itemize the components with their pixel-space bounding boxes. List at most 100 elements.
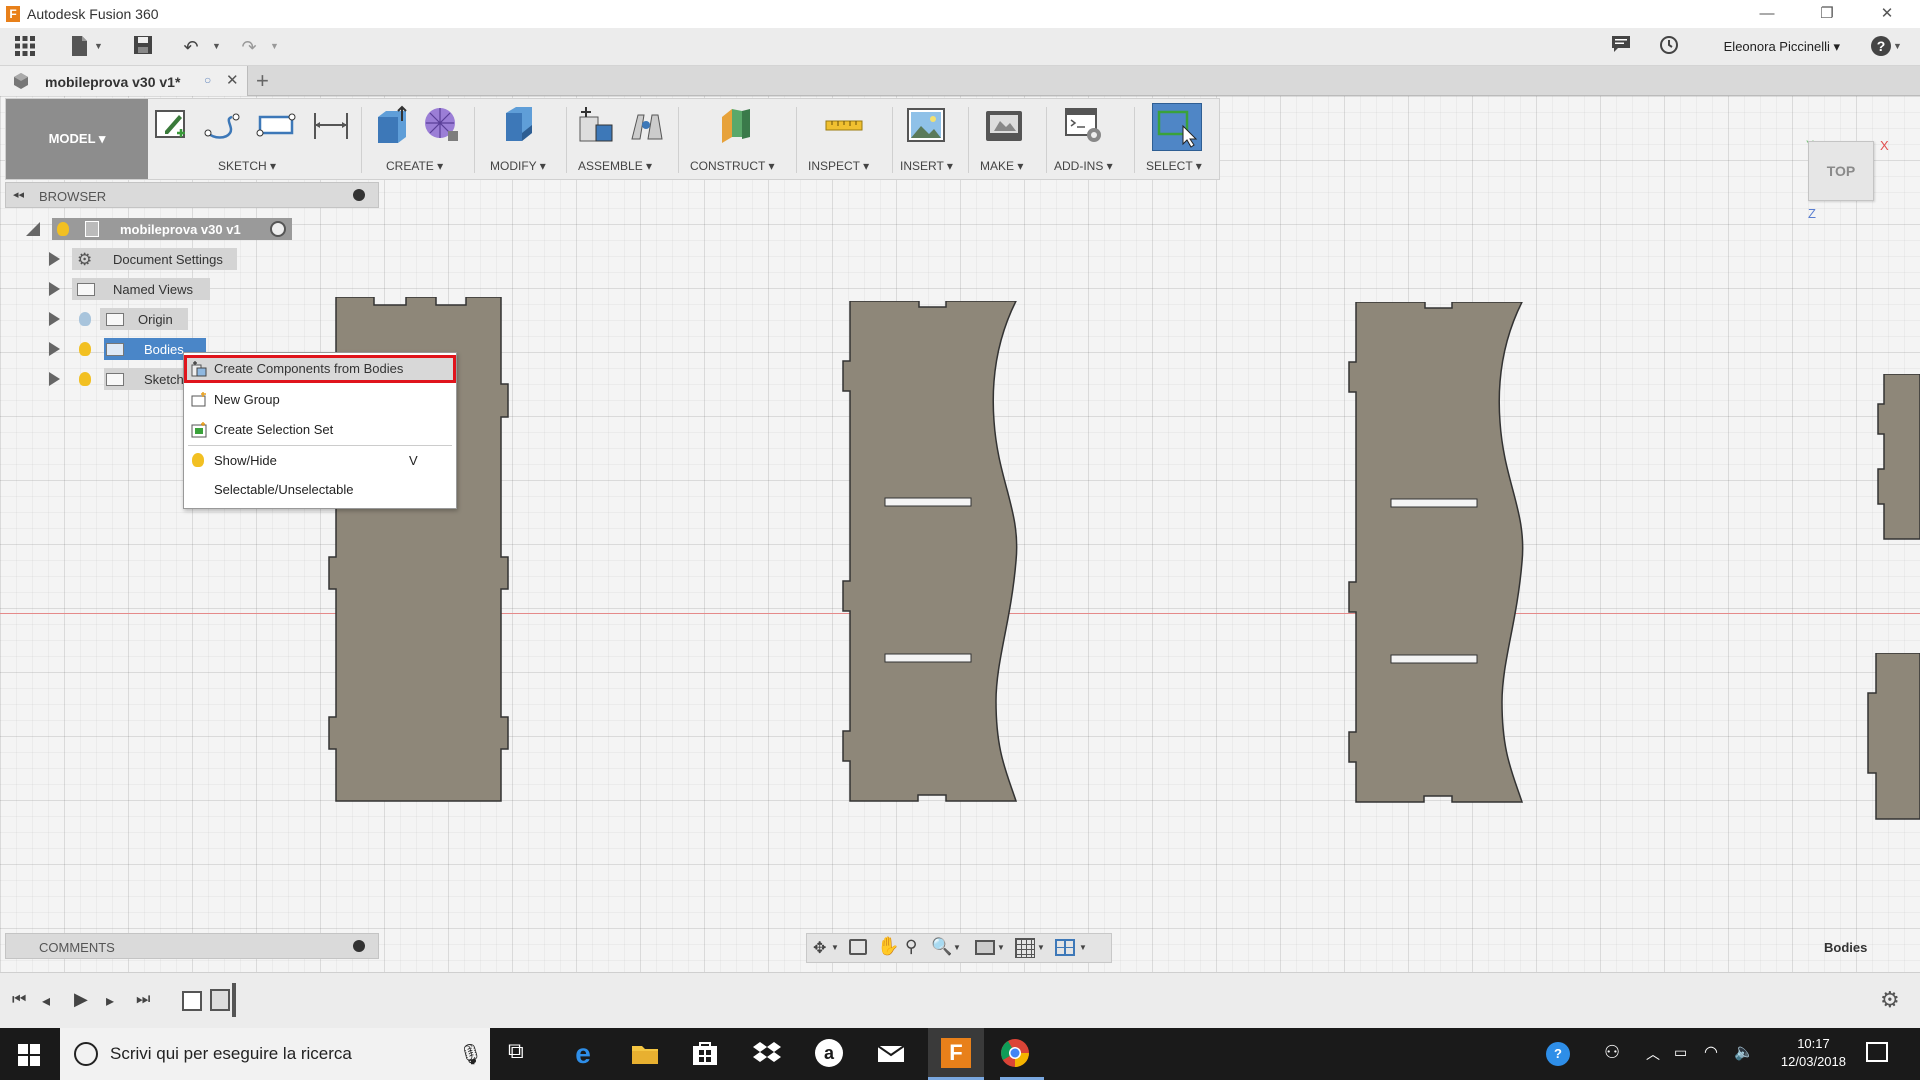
menu-item-new-group[interactable]: New Group [184, 386, 456, 414]
fit-zoom-icon[interactable]: 🔍 [931, 937, 952, 957]
chrome-icon[interactable] [1000, 1038, 1032, 1070]
viewports-caret-icon[interactable]: ▼ [1079, 943, 1087, 952]
look-at-icon[interactable] [849, 939, 867, 955]
microphone-icon[interactable]: 🎙 [458, 1042, 483, 1067]
insert-menu[interactable]: INSERT ▾ [900, 159, 953, 173]
expand-arrow-icon[interactable] [49, 282, 60, 296]
orbit-icon[interactable]: ✥ [813, 938, 826, 958]
new-component-icon[interactable] [576, 105, 616, 145]
taskbar-search-box[interactable]: Scrivi qui per eseguire la ricerca 🎙 [60, 1028, 490, 1080]
battery-icon[interactable]: ▭ [1674, 1044, 1687, 1061]
volume-icon[interactable]: 🔈 [1734, 1042, 1754, 1062]
sketch-dimension-icon[interactable] [311, 105, 351, 145]
activate-radio-icon[interactable] [270, 221, 286, 237]
edge-browser-icon[interactable]: e [568, 1038, 600, 1070]
assemble-menu[interactable]: ASSEMBLE ▾ [578, 159, 652, 173]
new-tab-button[interactable]: + [256, 68, 269, 94]
amazon-icon[interactable]: a [814, 1038, 846, 1070]
line-tool-icon[interactable] [202, 105, 242, 145]
menu-item-create-selection-set[interactable]: Create Selection Set [184, 416, 456, 444]
body-panel-partial-bottom[interactable] [1864, 653, 1920, 823]
undo-caret-icon[interactable]: ▼ [212, 41, 221, 51]
timeline-settings-gear-icon[interactable]: ⚙ [1880, 987, 1900, 1013]
menu-item-create-components[interactable]: Create Components from Bodies [184, 355, 456, 383]
zoom-icon[interactable]: ⚲ [905, 937, 917, 957]
modify-menu[interactable]: MODIFY ▾ [490, 159, 546, 173]
3d-print-icon[interactable] [984, 105, 1024, 145]
restore-button[interactable]: ❐ [1804, 0, 1850, 28]
dropbox-icon[interactable] [752, 1038, 784, 1070]
redo-icon[interactable]: ↷ [236, 35, 262, 59]
browser-pin-icon[interactable] [353, 189, 365, 201]
add-ins-menu[interactable]: ADD-INS ▾ [1054, 159, 1113, 173]
expand-arrow-icon[interactable] [49, 312, 60, 326]
action-center-icon[interactable] [1866, 1042, 1888, 1062]
show-hidden-icons-icon[interactable]: ︿ [1646, 1044, 1660, 1064]
timeline-marker[interactable] [232, 983, 236, 1017]
select-tool-active[interactable] [1152, 103, 1202, 151]
data-panel-grid-icon[interactable] [12, 35, 38, 59]
add-comment-icon[interactable] [353, 940, 365, 952]
offset-plane-icon[interactable] [716, 105, 756, 145]
insert-image-icon[interactable] [906, 105, 946, 145]
viewports-icon[interactable] [1055, 939, 1075, 956]
form-tool-icon[interactable] [422, 105, 462, 145]
inspect-menu[interactable]: INSPECT ▾ [808, 159, 869, 173]
select-menu[interactable]: SELECT ▾ [1146, 159, 1202, 173]
go-to-end-icon[interactable]: ⏭ [136, 991, 150, 1009]
comments-panel-header[interactable]: COMMENTS [5, 933, 379, 959]
file-explorer-icon[interactable] [630, 1038, 662, 1070]
display-caret-icon[interactable]: ▼ [997, 943, 1005, 952]
workspace-switcher-button[interactable]: MODEL ▾ [6, 99, 148, 179]
tree-item-document-settings[interactable]: Document Settings [72, 248, 237, 270]
visibility-bulb-icon[interactable] [79, 372, 91, 386]
taskbar-clock[interactable]: 10:17 12/03/2018 [1781, 1035, 1846, 1071]
user-account-menu[interactable]: Eleonora Piccinelli ▾ [1724, 39, 1840, 55]
step-back-icon[interactable]: ◂ [42, 991, 50, 1011]
people-icon[interactable]: ⚇ [1604, 1042, 1620, 1063]
file-menu-icon[interactable] [66, 35, 92, 59]
visibility-bulb-icon[interactable] [79, 312, 91, 326]
timeline-sketch-feature-icon[interactable] [182, 991, 202, 1011]
mail-icon[interactable] [876, 1038, 908, 1070]
construct-menu[interactable]: CONSTRUCT ▾ [690, 159, 774, 173]
undo-icon[interactable]: ↶ [178, 35, 204, 59]
tab-mobileprova[interactable]: mobileprova v30 v1* ○ ✕ [0, 66, 248, 96]
collapse-browser-icon[interactable]: ◂◂ [13, 188, 24, 201]
redo-caret-icon[interactable]: ▼ [270, 41, 279, 51]
scripts-addins-icon[interactable] [1064, 105, 1104, 145]
press-pull-icon[interactable] [498, 105, 538, 145]
orbit-caret-icon[interactable]: ▼ [831, 943, 839, 952]
job-status-clock-icon[interactable] [1656, 35, 1682, 59]
make-menu[interactable]: MAKE ▾ [980, 159, 1023, 173]
visibility-bulb-icon[interactable] [79, 342, 91, 356]
close-tab-icon[interactable]: ✕ [226, 71, 239, 89]
body-panel-wave-1[interactable] [840, 301, 1020, 806]
extrude-icon[interactable] [372, 105, 412, 145]
expand-arrow-icon[interactable] [49, 342, 60, 356]
save-icon[interactable] [130, 35, 156, 59]
joint-icon[interactable] [626, 105, 666, 145]
minimize-button[interactable]: — [1744, 0, 1790, 28]
measure-icon[interactable] [824, 105, 864, 145]
windows-start-icon[interactable] [18, 1044, 40, 1069]
help-caret-icon[interactable]: ▼ [1893, 41, 1902, 51]
view-cube[interactable]: TOP [1808, 141, 1874, 201]
go-to-start-icon[interactable]: ⏮ [12, 991, 26, 1009]
store-icon[interactable] [690, 1038, 722, 1070]
pan-hand-icon[interactable]: ✋ [877, 936, 899, 957]
tree-collapse-arrow-icon[interactable] [26, 222, 40, 236]
expand-arrow-icon[interactable] [49, 372, 60, 386]
visibility-bulb-icon[interactable] [57, 222, 69, 236]
close-button[interactable]: ✕ [1864, 0, 1910, 28]
browser-panel-header[interactable]: ◂◂ BROWSER [5, 182, 379, 208]
expand-arrow-icon[interactable] [49, 252, 60, 266]
menu-item-show-hide[interactable]: Show/Hide V [184, 447, 456, 475]
menu-item-selectable-unselectable[interactable]: Selectable/Unselectable [184, 476, 456, 504]
sketch-menu[interactable]: SKETCH ▾ [218, 159, 276, 173]
wifi-icon[interactable]: ◠ [1704, 1042, 1718, 1062]
notifications-icon[interactable] [1608, 35, 1634, 59]
task-view-icon[interactable]: ⧉ [508, 1038, 540, 1070]
display-settings-icon[interactable] [975, 940, 995, 955]
create-menu[interactable]: CREATE ▾ [386, 159, 443, 173]
